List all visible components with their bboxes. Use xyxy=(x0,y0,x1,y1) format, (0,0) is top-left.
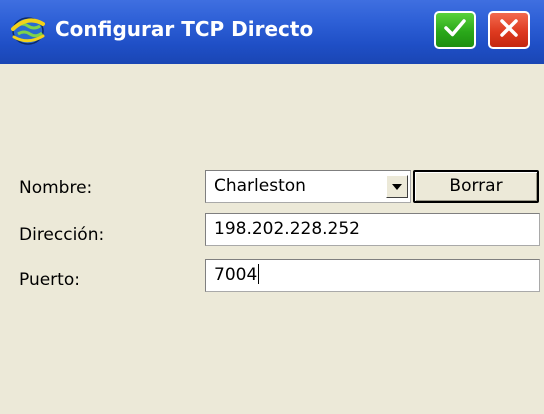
direccion-input-value: 198.202.228.252 xyxy=(214,219,361,239)
ok-button[interactable] xyxy=(434,11,476,49)
nombre-label: Nombre: xyxy=(19,178,93,198)
nombre-select[interactable]: Charleston xyxy=(205,170,411,203)
close-x-icon xyxy=(496,15,522,45)
close-button[interactable] xyxy=(488,11,530,49)
text-caret xyxy=(258,264,260,284)
chevron-down-icon[interactable] xyxy=(386,175,408,198)
direccion-label: Dirección: xyxy=(19,225,105,245)
puerto-input-value: 7004 xyxy=(214,265,258,285)
puerto-label: Puerto: xyxy=(19,270,80,290)
dialog-window: Configurar TCP Directo Nombre: Charlesto… xyxy=(0,0,544,414)
borrar-button[interactable]: Borrar xyxy=(413,170,539,203)
puerto-input[interactable]: 7004 xyxy=(205,259,540,292)
nombre-select-value: Charleston xyxy=(214,176,306,196)
title-bar: Configurar TCP Directo xyxy=(0,0,544,64)
direccion-input[interactable]: 198.202.228.252 xyxy=(205,213,540,246)
checkmark-icon xyxy=(442,15,468,45)
window-title: Configurar TCP Directo xyxy=(55,17,314,41)
globe-satellite-icon xyxy=(10,12,46,48)
